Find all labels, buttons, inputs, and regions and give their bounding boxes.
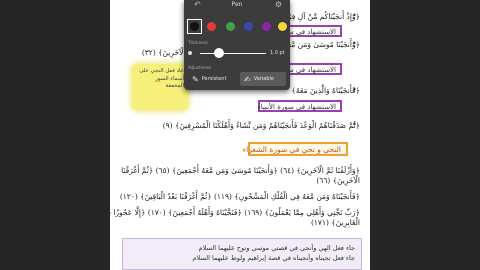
mode-variable-label: Variable (253, 76, 274, 82)
bullet-marker: • (352, 39, 357, 48)
sticky-note[interactable]: عاد فعل النجي على أسماء السور المخففة (132, 64, 188, 110)
bottom-note-line-1: جاء فعل الهي وأنجى في قصتي موسى ونوح علي… (198, 244, 355, 252)
pen-icon: ✎ (192, 74, 199, 84)
color-swatch-blue[interactable] (244, 22, 253, 31)
bullet-marker: • (352, 11, 357, 20)
doc-line-8: الْآخَرِينَ﴾ (٦٦) (316, 176, 360, 185)
mode-persistent-label: Persistent (201, 76, 227, 82)
doc-line-7: ﴿وَأَزْلَفْنَا ثَمَّ الْآخَرِينَ﴾ (٦٤) ﴿… (121, 166, 360, 175)
thickness-slider-knob[interactable] (214, 48, 224, 58)
right-dark-margin (370, 0, 480, 270)
bottom-note-line-2: جاء فعل نجيناه وأنجيناه في قصة إبراهيم و… (192, 254, 355, 263)
annotation-box-3[interactable]: الاستشهاد في سورة الأنبياء (257, 100, 342, 112)
bullet-marker: • (352, 120, 357, 129)
adjustment-section-label: Adjustment (188, 65, 211, 70)
color-swatch-purple[interactable] (262, 22, 271, 31)
thickness-slider-track[interactable] (200, 53, 266, 54)
bottom-note-box[interactable]: جاء فعل الهي وأنجى في قصتي موسى ونوح علي… (122, 238, 362, 270)
doc-line-10: ﴿رَبِّ نَجِّنِي وَأَهْلِي مِمَّا يَعْمَل… (110, 208, 360, 217)
doc-line-4: ﴿فَأَنجَيْنَاهُ وَالَّذِينَ مَعَهُ﴾ (291, 86, 360, 95)
color-swatch-red[interactable] (207, 22, 216, 31)
pen-variable-icon: ✍ (244, 74, 251, 84)
color-swatch-green[interactable] (226, 22, 235, 31)
doc-line-2: ﴿وَأَنجَيْنَا مُوسَىٰ وَمَن مَّعَهُ﴾ (279, 40, 360, 49)
doc-line-11: الْغَابِرِينَ﴾ (١٧١) (310, 218, 360, 227)
section-heading-box[interactable]: النجي و تجي في سورة الشعراء (243, 142, 348, 156)
thickness-label: Thickness (188, 40, 208, 45)
doc-line-9: ﴿فَأَنجَيْنَاهُ وَمَن مَّعَهُ فِي الْفُل… (119, 192, 360, 201)
left-dark-margin (0, 0, 110, 270)
bullet-marker: • (352, 85, 357, 94)
mode-persistent-button[interactable]: ✎ Persistent (188, 72, 238, 86)
pen-panel-header: ↶ Pen ⚙ (184, 0, 290, 12)
gear-icon[interactable]: ⚙ (275, 0, 282, 9)
color-swatch-black[interactable] (190, 22, 199, 31)
mode-variable-button[interactable]: ✍ Variable (240, 72, 286, 86)
color-swatch-yellow[interactable] (278, 22, 287, 31)
doc-line-6: ﴿ثُمَّ صَدَقْنَاهُمُ الْوَعْدَ فَأَنجَيْ… (162, 121, 360, 130)
thin-size-dot (188, 51, 192, 55)
thickness-value: 1.0 pt (270, 50, 285, 56)
